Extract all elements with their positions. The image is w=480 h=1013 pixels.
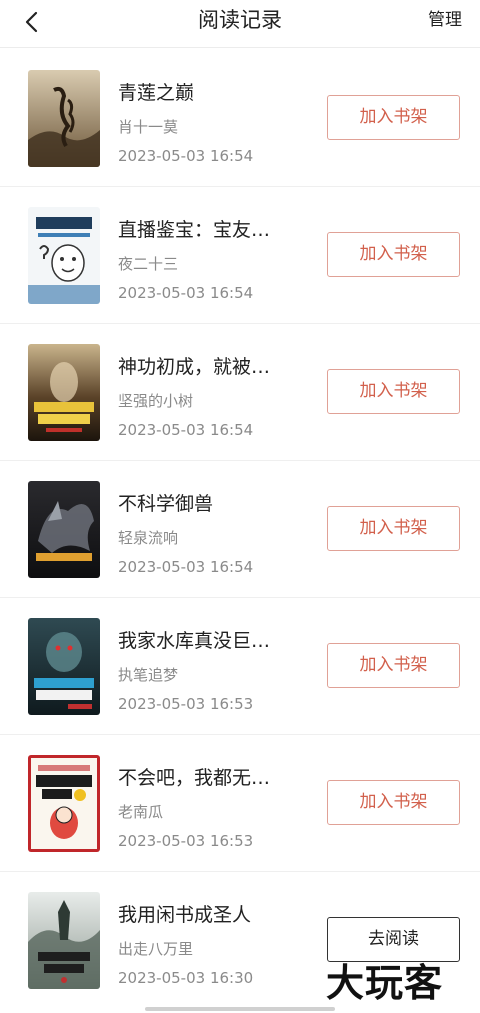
add-to-shelf-button[interactable]: 加入书架 bbox=[327, 643, 460, 688]
add-to-shelf-button[interactable]: 加入书架 bbox=[327, 506, 460, 551]
book-cover[interactable] bbox=[28, 344, 100, 441]
read-time: 2023-05-03 16:54 bbox=[118, 147, 254, 165]
book-author: 出走八万里 bbox=[118, 940, 194, 958]
home-indicator bbox=[145, 1007, 335, 1011]
watermark-logo: 大玩客 bbox=[326, 960, 444, 1005]
add-to-shelf-button[interactable]: 加入书架 bbox=[327, 780, 460, 825]
book-cover[interactable] bbox=[28, 70, 100, 167]
book-cover[interactable] bbox=[28, 481, 100, 578]
book-cover[interactable] bbox=[28, 755, 100, 852]
book-author: 执笔追梦 bbox=[118, 666, 179, 684]
read-time: 2023-05-03 16:54 bbox=[118, 284, 254, 302]
book-title[interactable]: 直播鉴宝：宝友… bbox=[118, 215, 298, 242]
page-title: 阅读记录 bbox=[198, 8, 282, 32]
list-item[interactable]: 我家水库真没巨… 执笔追梦 2023-05-03 16:53 加入书架 bbox=[0, 598, 480, 735]
list-item[interactable]: 直播鉴宝：宝友… 夜二十三 2023-05-03 16:54 加入书架 bbox=[0, 187, 480, 324]
read-time: 2023-05-03 16:54 bbox=[118, 558, 254, 576]
top-bar: 阅读记录 管理 bbox=[0, 0, 480, 48]
list-item[interactable]: 青莲之巅 肖十一莫 2023-05-03 16:54 加入书架 bbox=[0, 50, 480, 187]
add-to-shelf-button[interactable]: 加入书架 bbox=[327, 95, 460, 140]
book-author: 坚强的小树 bbox=[118, 392, 194, 410]
reading-history-list: 青莲之巅 肖十一莫 2023-05-03 16:54 加入书架 直播鉴宝：宝友…… bbox=[0, 50, 480, 1009]
book-title[interactable]: 青莲之巅 bbox=[118, 78, 298, 105]
book-title[interactable]: 不科学御兽 bbox=[118, 489, 298, 516]
book-author: 肖十一莫 bbox=[118, 118, 179, 136]
book-author: 夜二十三 bbox=[118, 255, 179, 273]
book-author: 轻泉流响 bbox=[118, 529, 179, 547]
manage-button[interactable]: 管理 bbox=[428, 0, 462, 40]
book-cover[interactable] bbox=[28, 618, 100, 715]
book-title[interactable]: 我用闲书成圣人 bbox=[118, 900, 298, 927]
book-author: 老南瓜 bbox=[118, 803, 164, 821]
book-cover[interactable] bbox=[28, 892, 100, 989]
read-time: 2023-05-03 16:53 bbox=[118, 832, 254, 850]
book-title[interactable]: 不会吧，我都无… bbox=[118, 763, 298, 790]
book-title[interactable]: 我家水库真没巨… bbox=[118, 626, 298, 653]
add-to-shelf-button[interactable]: 加入书架 bbox=[327, 369, 460, 414]
read-time: 2023-05-03 16:53 bbox=[118, 695, 254, 713]
read-time: 2023-05-03 16:54 bbox=[118, 421, 254, 439]
book-title[interactable]: 神功初成，就被… bbox=[118, 352, 298, 379]
list-item[interactable]: 不会吧，我都无… 老南瓜 2023-05-03 16:53 加入书架 bbox=[0, 735, 480, 872]
list-item[interactable]: 不科学御兽 轻泉流响 2023-05-03 16:54 加入书架 bbox=[0, 461, 480, 598]
list-item[interactable]: 神功初成，就被… 坚强的小树 2023-05-03 16:54 加入书架 bbox=[0, 324, 480, 461]
book-cover[interactable] bbox=[28, 207, 100, 304]
add-to-shelf-button[interactable]: 加入书架 bbox=[327, 232, 460, 277]
read-time: 2023-05-03 16:30 bbox=[118, 969, 254, 987]
